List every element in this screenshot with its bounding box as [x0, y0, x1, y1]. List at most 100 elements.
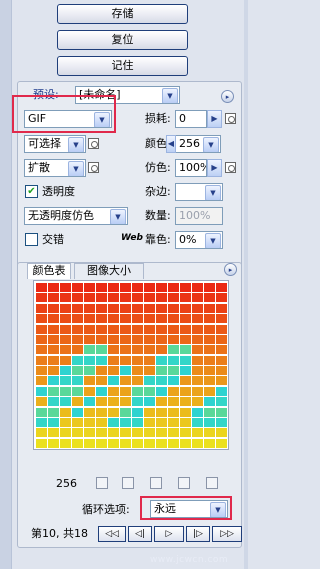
- color-swatch[interactable]: [36, 397, 47, 407]
- color-swatch[interactable]: [108, 428, 119, 438]
- color-swatch[interactable]: [72, 386, 83, 396]
- color-swatch[interactable]: [36, 376, 47, 386]
- color-swatch[interactable]: [216, 283, 227, 292]
- color-swatch[interactable]: [96, 428, 107, 438]
- reduction-select[interactable]: 可选择 ▼: [24, 135, 86, 153]
- colors-select[interactable]: 256 ▼: [175, 135, 221, 153]
- color-swatch[interactable]: [144, 345, 155, 355]
- color-swatch[interactable]: [204, 283, 215, 292]
- color-swatch[interactable]: [168, 345, 179, 355]
- save-button[interactable]: 存储: [57, 4, 188, 24]
- color-swatch[interactable]: [108, 376, 119, 386]
- color-swatch[interactable]: [120, 366, 131, 375]
- color-swatch[interactable]: [60, 334, 71, 344]
- color-swatch[interactable]: [192, 303, 203, 313]
- next-frame-button[interactable]: |▷: [186, 526, 210, 542]
- color-swatch[interactable]: [144, 283, 155, 292]
- color-swatch[interactable]: [60, 324, 71, 334]
- color-swatch[interactable]: [48, 334, 59, 344]
- color-swatch[interactable]: [120, 428, 131, 438]
- color-swatch[interactable]: [60, 397, 71, 407]
- color-swatch[interactable]: [156, 366, 167, 375]
- color-swatch[interactable]: [192, 376, 203, 386]
- color-swatch[interactable]: [84, 386, 95, 396]
- color-swatch[interactable]: [108, 314, 119, 324]
- web-shift-icon[interactable]: [122, 477, 134, 489]
- color-swatch[interactable]: [192, 417, 203, 427]
- color-swatch[interactable]: [204, 438, 215, 448]
- color-swatch[interactable]: [168, 355, 179, 365]
- color-swatch[interactable]: [48, 293, 59, 303]
- color-swatch[interactable]: [72, 303, 83, 313]
- color-swatch[interactable]: [168, 438, 179, 448]
- color-swatch[interactable]: [132, 293, 143, 303]
- color-swatch[interactable]: [108, 397, 119, 407]
- color-swatch[interactable]: [144, 417, 155, 427]
- color-swatch[interactable]: [192, 407, 203, 417]
- color-swatch[interactable]: [192, 366, 203, 375]
- color-table-menu-icon[interactable]: ▸: [224, 263, 237, 276]
- color-swatch[interactable]: [48, 345, 59, 355]
- color-swatch[interactable]: [180, 366, 191, 375]
- color-swatch[interactable]: [48, 376, 59, 386]
- color-swatch[interactable]: [192, 314, 203, 324]
- color-swatch[interactable]: [156, 438, 167, 448]
- color-swatch[interactable]: [168, 314, 179, 324]
- color-swatch[interactable]: [108, 355, 119, 365]
- color-swatch[interactable]: [36, 283, 47, 292]
- color-swatch[interactable]: [132, 376, 143, 386]
- color-swatch[interactable]: [36, 334, 47, 344]
- color-swatch[interactable]: [204, 366, 215, 375]
- color-swatch[interactable]: [108, 303, 119, 313]
- color-swatch[interactable]: [72, 283, 83, 292]
- color-swatch[interactable]: [180, 386, 191, 396]
- color-swatch[interactable]: [180, 417, 191, 427]
- color-swatch[interactable]: [96, 303, 107, 313]
- color-swatch[interactable]: [180, 355, 191, 365]
- color-swatch[interactable]: [132, 355, 143, 365]
- color-swatch[interactable]: [156, 407, 167, 417]
- color-swatch[interactable]: [120, 397, 131, 407]
- color-swatch[interactable]: [144, 303, 155, 313]
- color-swatch[interactable]: [156, 334, 167, 344]
- color-swatch[interactable]: [204, 303, 215, 313]
- trash-icon[interactable]: [206, 477, 218, 489]
- color-swatch[interactable]: [96, 386, 107, 396]
- color-swatch[interactable]: [72, 366, 83, 375]
- dither-amount-input[interactable]: 100%: [175, 159, 207, 177]
- color-swatch[interactable]: [192, 428, 203, 438]
- color-swatch[interactable]: [180, 428, 191, 438]
- new-color-icon[interactable]: [178, 477, 190, 489]
- color-swatch[interactable]: [84, 366, 95, 375]
- color-swatch[interactable]: [108, 324, 119, 334]
- color-swatch[interactable]: [48, 386, 59, 396]
- color-swatch[interactable]: [96, 345, 107, 355]
- color-swatch[interactable]: [108, 438, 119, 448]
- loss-input[interactable]: 0: [175, 110, 207, 128]
- color-swatch[interactable]: [60, 303, 71, 313]
- color-swatch[interactable]: [108, 386, 119, 396]
- color-swatch[interactable]: [120, 283, 131, 292]
- color-swatch[interactable]: [180, 314, 191, 324]
- dither-slider-arrow-icon[interactable]: ▶: [207, 159, 222, 177]
- color-swatch[interactable]: [48, 314, 59, 324]
- color-swatch[interactable]: [36, 417, 47, 427]
- color-swatch[interactable]: [84, 334, 95, 344]
- tab-color-table[interactable]: 颜色表: [27, 263, 71, 279]
- color-swatch[interactable]: [144, 438, 155, 448]
- colors-arrow-icon[interactable]: ◀: [166, 135, 176, 153]
- transparency-checkbox[interactable]: ✔: [25, 185, 38, 198]
- color-swatch[interactable]: [180, 324, 191, 334]
- color-swatch[interactable]: [204, 345, 215, 355]
- color-swatch[interactable]: [96, 355, 107, 365]
- color-swatch[interactable]: [72, 417, 83, 427]
- color-swatch[interactable]: [84, 345, 95, 355]
- color-swatch[interactable]: [60, 407, 71, 417]
- color-swatch[interactable]: [168, 376, 179, 386]
- color-swatch[interactable]: [192, 345, 203, 355]
- color-swatch[interactable]: [60, 345, 71, 355]
- color-swatch[interactable]: [132, 324, 143, 334]
- color-swatch[interactable]: [156, 293, 167, 303]
- color-swatch[interactable]: [72, 324, 83, 334]
- settings-menu-icon[interactable]: ▸: [221, 90, 234, 103]
